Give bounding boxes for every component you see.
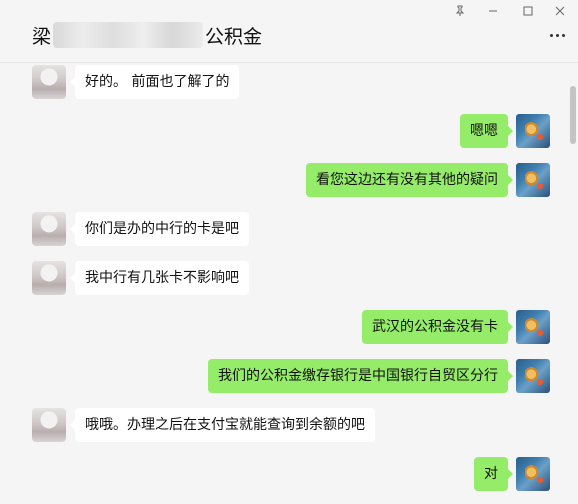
- close-icon[interactable]: [552, 3, 568, 19]
- chat-title-suffix: 公积金: [205, 25, 263, 48]
- my-avatar[interactable]: [516, 310, 550, 344]
- minimize-icon[interactable]: [485, 3, 501, 19]
- chat-title: 梁 公积金: [32, 22, 262, 48]
- maximize-icon[interactable]: [520, 3, 536, 19]
- message-bubble-incoming[interactable]: 哦哦。办理之后在支付宝就能查询到余额的吧: [70, 408, 375, 442]
- chat-header: 梁 公积金: [0, 0, 578, 63]
- message-bubble-incoming[interactable]: 我中行有几张卡不影响吧: [70, 261, 249, 295]
- message-bubble-outgoing[interactable]: 看您这边还有没有其他的疑问: [306, 163, 513, 197]
- my-avatar[interactable]: [516, 457, 550, 491]
- message-bubble-outgoing[interactable]: 对: [474, 457, 513, 491]
- message-bubble-outgoing[interactable]: 我们的公积金缴存银行是中国银行自贸区分行: [208, 359, 513, 393]
- contact-avatar[interactable]: [32, 261, 66, 295]
- contact-avatar[interactable]: [32, 65, 66, 99]
- pin-icon[interactable]: [452, 3, 468, 19]
- message-bubble-incoming[interactable]: 你们是办的中行的卡是吧: [70, 212, 249, 246]
- message-bubble-outgoing[interactable]: 武汉的公积金没有卡: [362, 310, 513, 344]
- redacted-name: [53, 22, 204, 48]
- more-options-icon[interactable]: [548, 28, 568, 44]
- contact-avatar[interactable]: [32, 212, 66, 246]
- chat-title-prefix: 梁: [32, 25, 52, 48]
- my-avatar[interactable]: [516, 359, 550, 393]
- contact-avatar[interactable]: [32, 408, 66, 442]
- my-avatar[interactable]: [516, 163, 550, 197]
- my-avatar[interactable]: [516, 114, 550, 148]
- scrollbar-thumb[interactable]: [570, 86, 576, 144]
- message-bubble-outgoing[interactable]: 嗯嗯: [460, 114, 513, 148]
- message-bubble-incoming[interactable]: 好的。 前面也了解了的: [69, 65, 240, 99]
